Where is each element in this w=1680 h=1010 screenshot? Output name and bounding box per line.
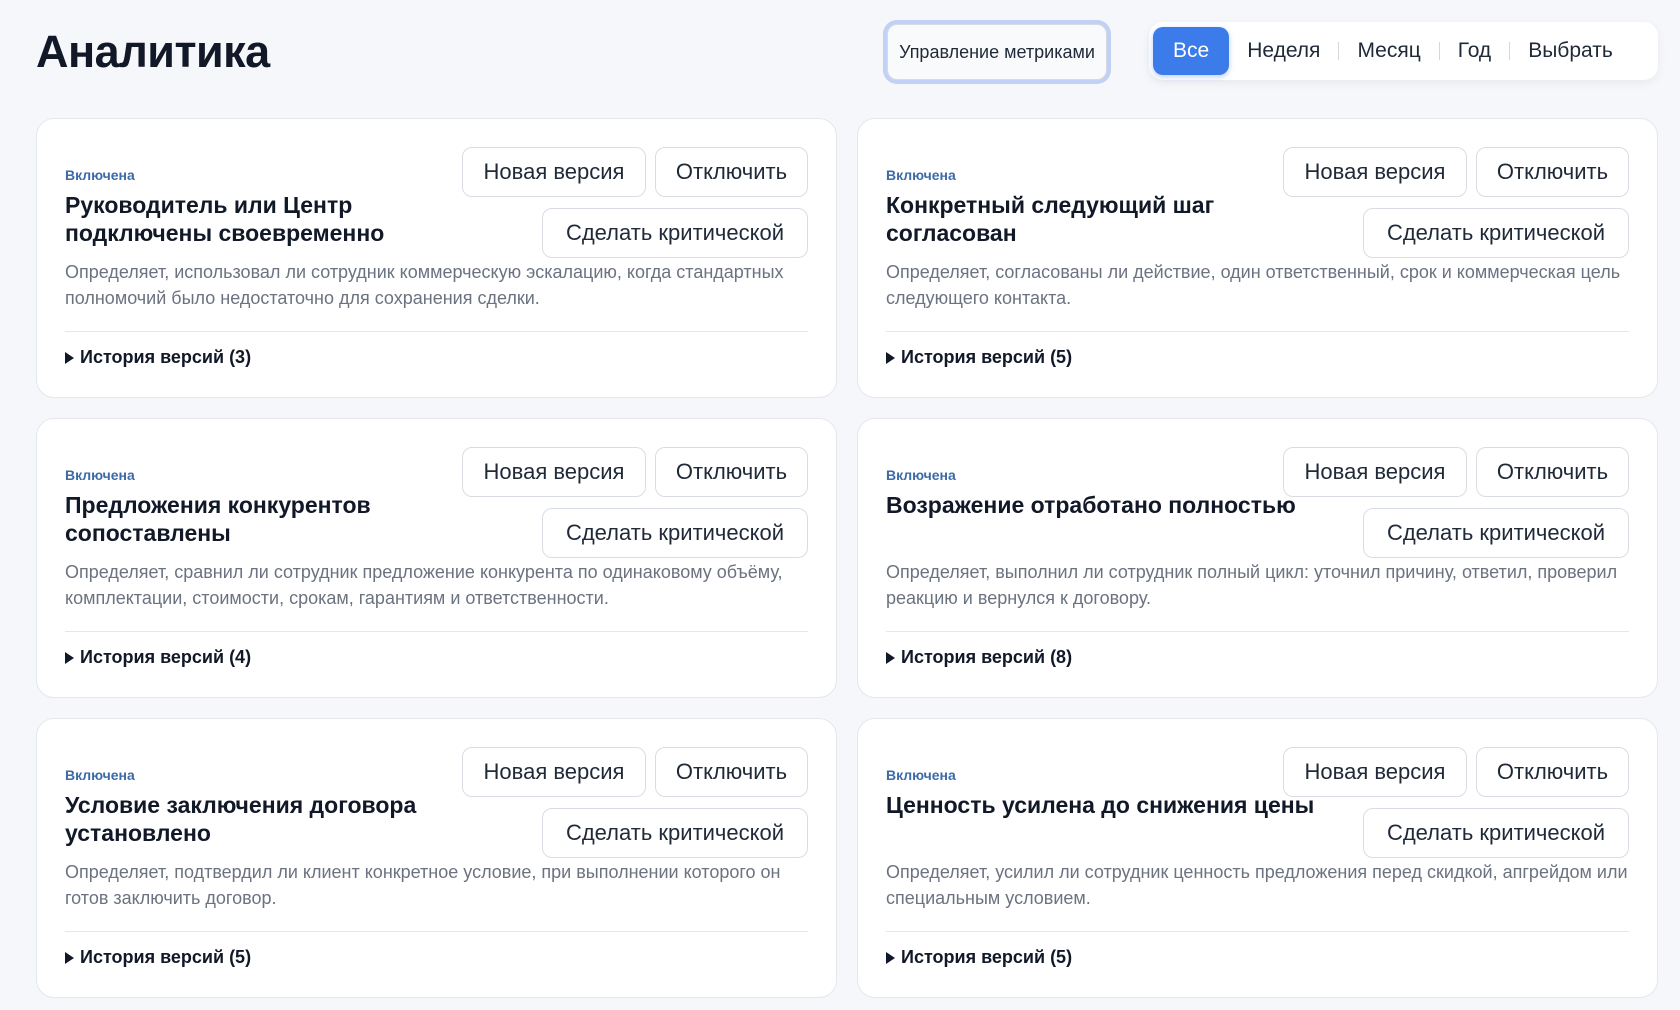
metric-card: Включена Ценность усилена до снижения це… (857, 718, 1658, 998)
tab-all[interactable]: Все (1153, 27, 1230, 75)
analytics-page: Аналитика Управление метриками Все Недел… (0, 0, 1680, 1010)
version-history-toggle[interactable]: История версий (8) (886, 647, 1072, 668)
metric-description: Определяет, использовал ли сотрудник ком… (65, 262, 784, 308)
version-history-toggle[interactable]: История версий (4) (65, 647, 251, 668)
disable-button[interactable]: Отключить (1476, 447, 1629, 497)
metric-card: Включена Руководитель или Центр подключе… (36, 118, 837, 398)
caret-right-icon (65, 951, 74, 964)
status-badge: Включена (65, 467, 135, 483)
version-history-label: История версий (5) (80, 947, 252, 967)
metric-card: Включена Конкретный следующий шаг соглас… (857, 118, 1658, 398)
metric-title: Предложения конкурентов сопоставлены (65, 492, 371, 546)
tab-year[interactable]: Год (1440, 27, 1509, 75)
status-badge: Включена (65, 167, 135, 183)
version-history-label: История версий (5) (901, 347, 1073, 367)
metric-description: Определяет, подтвердил ли клиент конкрет… (65, 862, 781, 908)
period-tabs: Все Неделя Месяц Год Выбрать (1149, 22, 1658, 80)
new-version-button[interactable]: Новая версия (462, 147, 646, 197)
make-critical-button[interactable]: Сделать критической (1363, 508, 1629, 558)
metric-title: Конкретный следующий шаг согласован (886, 192, 1215, 246)
metric-description: Определяет, усилил ли сотрудник ценность… (886, 862, 1628, 908)
metric-description: Определяет, сравнил ли сотрудник предлож… (65, 562, 783, 608)
metric-title: Условие заключения договора установлено (65, 792, 417, 846)
status-badge: Включена (65, 767, 135, 783)
metric-title: Возражение отработано полностью (886, 492, 1296, 518)
status-badge: Включена (886, 767, 956, 783)
make-critical-button[interactable]: Сделать критической (542, 208, 808, 258)
version-history-label: История версий (4) (80, 647, 252, 667)
caret-right-icon (65, 651, 74, 664)
caret-right-icon (886, 351, 895, 364)
version-history-label: История версий (3) (80, 347, 252, 367)
version-history-toggle[interactable]: История версий (5) (65, 947, 251, 968)
page-header: Аналитика Управление метриками Все Недел… (36, 22, 1658, 82)
new-version-button[interactable]: Новая версия (462, 747, 646, 797)
metric-title: Ценность усилена до снижения цены (886, 792, 1315, 818)
version-history-toggle[interactable]: История версий (5) (886, 347, 1072, 368)
disable-button[interactable]: Отключить (655, 447, 808, 497)
new-version-button[interactable]: Новая версия (1283, 447, 1467, 497)
card-divider (65, 931, 808, 932)
tab-month[interactable]: Месяц (1339, 27, 1438, 75)
new-version-button[interactable]: Новая версия (1283, 147, 1467, 197)
metric-description: Определяет, выполнил ли сотрудник полный… (886, 562, 1618, 608)
card-divider (65, 331, 808, 332)
caret-right-icon (65, 351, 74, 364)
metric-card: Включена Возражение отработано полностью… (857, 418, 1658, 698)
caret-right-icon (886, 651, 895, 664)
disable-button[interactable]: Отключить (655, 747, 808, 797)
caret-right-icon (886, 951, 895, 964)
card-divider (886, 331, 1629, 332)
make-critical-button[interactable]: Сделать критической (1363, 808, 1629, 858)
card-divider (65, 631, 808, 632)
metric-card: Включена Предложения конкурентов сопоста… (36, 418, 837, 698)
manage-metrics-button[interactable]: Управление метриками (887, 24, 1107, 80)
status-badge: Включена (886, 467, 956, 483)
disable-button[interactable]: Отключить (1476, 747, 1629, 797)
version-history-toggle[interactable]: История версий (5) (886, 947, 1072, 968)
card-divider (886, 931, 1629, 932)
tab-custom[interactable]: Выбрать (1510, 27, 1631, 75)
status-badge: Включена (886, 167, 956, 183)
version-history-toggle[interactable]: История версий (3) (65, 347, 251, 368)
metric-description: Определяет, согласованы ли действие, оди… (886, 262, 1621, 308)
new-version-button[interactable]: Новая версия (1283, 747, 1467, 797)
page-title: Аналитика (36, 26, 270, 77)
new-version-button[interactable]: Новая версия (462, 447, 646, 497)
disable-button[interactable]: Отключить (655, 147, 808, 197)
disable-button[interactable]: Отключить (1476, 147, 1629, 197)
make-critical-button[interactable]: Сделать критической (542, 808, 808, 858)
card-divider (886, 631, 1629, 632)
tab-week[interactable]: Неделя (1229, 27, 1338, 75)
make-critical-button[interactable]: Сделать критической (1363, 208, 1629, 258)
version-history-label: История версий (5) (901, 947, 1073, 967)
metric-title: Руководитель или Центр подключены своевр… (65, 192, 385, 246)
make-critical-button[interactable]: Сделать критической (542, 508, 808, 558)
metric-card: Включена Условие заключения договора уст… (36, 718, 837, 998)
version-history-label: История версий (8) (901, 647, 1073, 667)
